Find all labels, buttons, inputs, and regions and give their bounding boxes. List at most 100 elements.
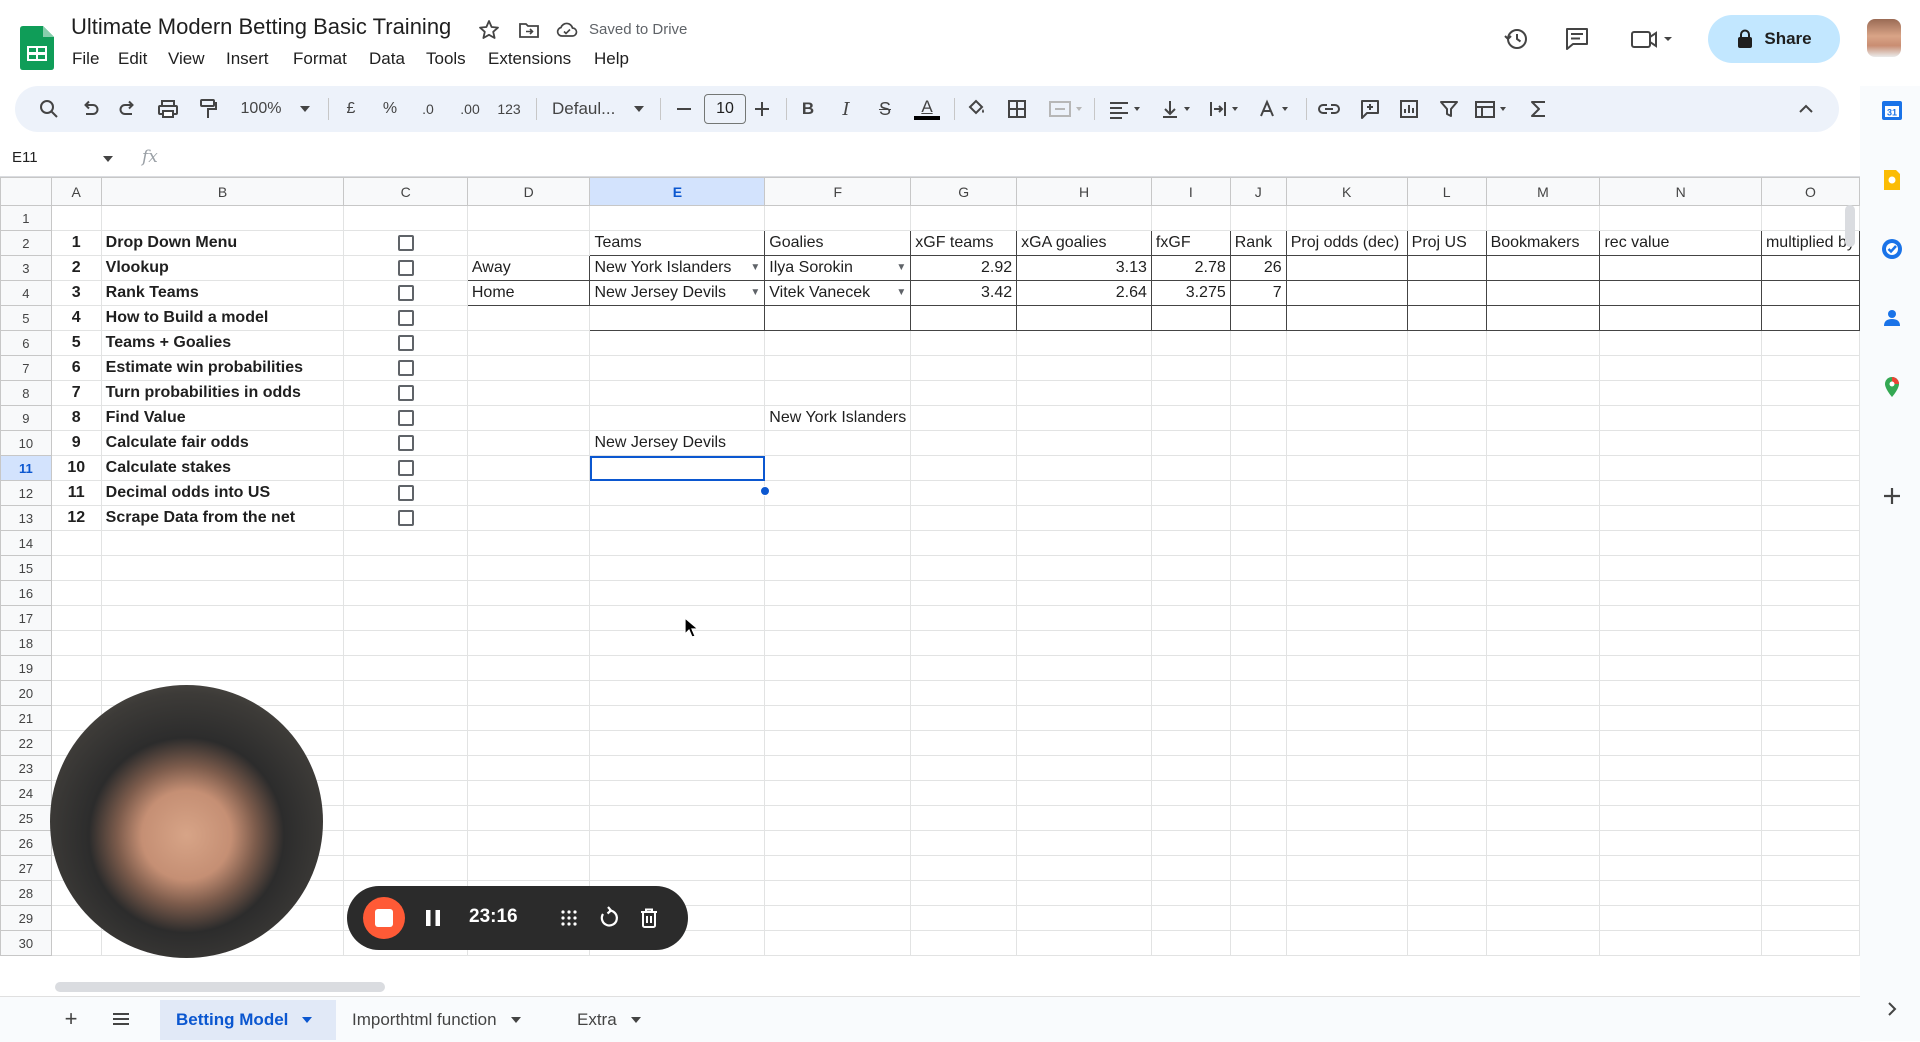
dropdown-arrow-icon[interactable]: ▼ [750,287,760,298]
cell[interactable] [1599,405,1762,431]
cell[interactable] [1485,205,1601,231]
cell[interactable] [1485,330,1601,356]
menu-tools[interactable]: Tools [426,49,466,69]
cell[interactable] [466,455,591,481]
cell[interactable] [343,830,468,856]
redo-icon[interactable] [116,94,140,124]
cell[interactable] [1485,905,1601,931]
cell[interactable] [1016,855,1152,881]
cell[interactable] [1229,730,1287,756]
header-cell-goalies[interactable]: Goalies [764,230,912,256]
cell[interactable] [1229,830,1287,856]
cell[interactable] [589,305,766,331]
cell[interactable] [1485,655,1601,681]
name-box[interactable]: E11 [12,149,112,166]
cell[interactable] [1599,580,1762,606]
cell[interactable] [1285,930,1408,956]
cell[interactable] [1760,455,1860,481]
cell[interactable] [466,430,591,456]
cell[interactable] [1229,505,1287,531]
paint-format-icon[interactable] [196,94,220,124]
cell[interactable] [466,330,591,356]
lesson-checkbox-cell[interactable] [343,330,468,356]
cell[interactable] [910,380,1018,406]
lesson-number[interactable]: 4 [50,305,102,331]
lesson-checkbox-cell[interactable] [343,430,468,456]
cell[interactable] [1016,480,1152,506]
delete-trash-icon[interactable] [637,906,661,930]
cell[interactable] [764,605,912,631]
column-header-l[interactable]: L [1406,177,1487,206]
cell[interactable] [1229,630,1287,656]
cell[interactable] [764,805,912,831]
cell[interactable] [1406,830,1487,856]
cell[interactable] [466,755,591,781]
cell[interactable] [910,355,1018,381]
cell[interactable] [910,655,1018,681]
cell[interactable] [1285,455,1408,481]
cell[interactable] [589,330,766,356]
cell[interactable] [50,555,102,581]
column-header-k[interactable]: K [1285,177,1408,206]
sheet-tab-betting-model[interactable]: Betting Model [160,1000,336,1040]
cell[interactable] [100,630,345,656]
lesson-title[interactable]: Calculate fair odds [100,430,345,456]
cell[interactable] [1229,880,1287,906]
cell[interactable] [466,505,591,531]
cell[interactable] [1485,930,1601,956]
cell[interactable] [1599,505,1762,531]
cell[interactable] [589,630,766,656]
cell[interactable] [50,530,102,556]
dropdown-arrow-icon[interactable]: ▼ [896,262,906,273]
cell[interactable] [1406,930,1487,956]
cell[interactable] [466,480,591,506]
functions-icon[interactable] [1526,94,1550,124]
cell[interactable] [1016,505,1152,531]
row-header[interactable]: 20 [0,680,52,706]
cell[interactable] [343,730,468,756]
cell[interactable] [466,530,591,556]
cell[interactable] [1285,630,1408,656]
cell-f9[interactable]: New York Islanders [764,405,912,431]
cell[interactable] [343,205,468,231]
lesson-title[interactable]: Vlookup [100,255,345,281]
lesson-checkbox-cell[interactable] [343,255,468,281]
cell[interactable] [1016,530,1152,556]
lesson-title[interactable]: Drop Down Menu [100,230,345,256]
cell[interactable] [764,355,912,381]
lesson-checkbox-cell[interactable] [343,505,468,531]
column-header-e[interactable]: E [589,177,766,206]
cell[interactable] [1599,380,1762,406]
cell[interactable] [1150,780,1231,806]
cell[interactable] [764,330,912,356]
cell[interactable] [1016,655,1152,681]
cell[interactable] [910,855,1018,881]
lesson-title[interactable]: Teams + Goalies [100,330,345,356]
cell[interactable] [1016,555,1152,581]
cell[interactable] [1406,730,1487,756]
cell[interactable] [1599,555,1762,581]
cell[interactable] [910,480,1018,506]
cell[interactable] [764,780,912,806]
lesson-checkbox-cell[interactable] [343,480,468,506]
cell[interactable] [1150,205,1231,231]
cell[interactable] [50,680,102,706]
lesson-checkbox-cell[interactable] [343,355,468,381]
goalie-dropdown-away[interactable]: Ilya Sorokin ▼ [764,255,912,281]
lesson-checkbox-cell[interactable] [343,380,468,406]
search-menus-icon[interactable] [37,94,61,124]
side-cell-away[interactable]: Away [466,255,591,281]
cell[interactable] [1406,755,1487,781]
cell[interactable] [910,630,1018,656]
stop-recording-button[interactable] [363,897,405,939]
cell-e10[interactable]: New Jersey Devils [589,430,766,456]
lesson-number[interactable]: 6 [50,355,102,381]
lesson-title[interactable]: How to Build a model [100,305,345,331]
row-header[interactable]: 12 [0,480,52,506]
row-header[interactable]: 1 [0,205,52,231]
header-cell-rec-value[interactable]: rec value [1599,230,1762,256]
restart-icon[interactable] [597,906,621,930]
cell[interactable] [1760,505,1860,531]
cell[interactable] [1760,605,1860,631]
cell[interactable] [1229,805,1287,831]
